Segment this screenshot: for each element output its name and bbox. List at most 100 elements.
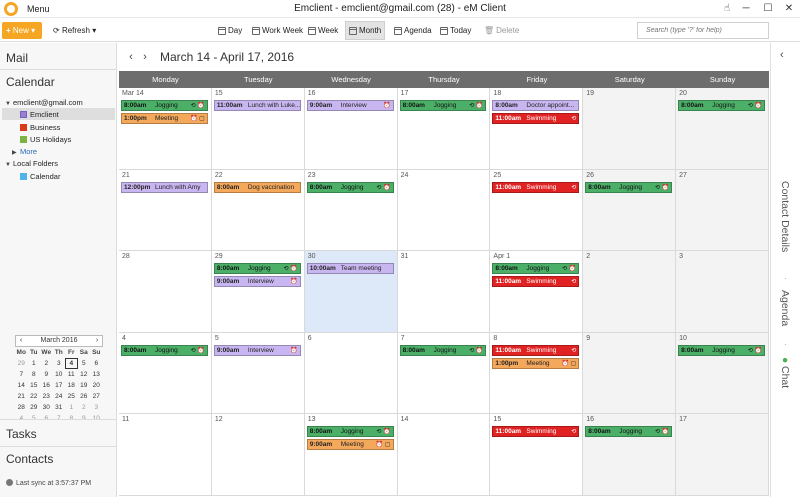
day-cell[interactable]: 13 8:00am Jogging ⟲ ⏰ 9:00am Meeting ⏰ ▢ xyxy=(304,414,398,496)
day-cell[interactable]: 20 8:00am Jogging ⟲ ⏰ xyxy=(676,88,769,170)
calendar-event[interactable]: 8:00am Jogging ⟲ ⏰ xyxy=(306,426,394,438)
local-folders-node[interactable]: ▼ Local Folders xyxy=(5,159,58,168)
day-cell[interactable]: Mar 14 8:00am Jogging ⟲ ⏰ 1:00pm Meeting ⏰ ▢ xyxy=(119,88,212,170)
mini-calendar-day[interactable]: 7 xyxy=(15,369,28,380)
day-cell[interactable]: 14 xyxy=(397,414,491,496)
calendar-event[interactable]: 8:00am Jogging ⟲ ⏰ xyxy=(678,100,765,111)
chevron-left-icon[interactable]: ‹ xyxy=(16,336,26,346)
maximize-button[interactable]: ☐ xyxy=(757,1,779,16)
day-view-button[interactable]: Day xyxy=(215,21,245,40)
mini-calendar-day[interactable]: 20 xyxy=(90,380,103,391)
mini-calendar-day[interactable]: 15 xyxy=(28,380,41,391)
mini-calendar-day[interactable]: 2 xyxy=(78,402,91,413)
mail-section[interactable]: Mail xyxy=(6,51,28,65)
calendar-event[interactable]: 1:00pm Meeting ⏰ ▢ xyxy=(492,357,580,369)
day-cell[interactable]: 25 11:00am Swimming ⟲ xyxy=(490,169,584,252)
day-cell[interactable]: 8 11:00am Swimming ⟲ 1:00pm Meeting ⏰ ▢ xyxy=(490,332,584,415)
mini-calendar-day[interactable]: 1 xyxy=(28,358,41,369)
mini-calendar-day[interactable]: 16 xyxy=(40,380,53,391)
chevron-left-icon[interactable]: ‹ xyxy=(125,51,137,63)
chevron-right-icon[interactable]: › xyxy=(139,51,151,63)
search-input[interactable] xyxy=(637,22,769,39)
mini-calendar-day[interactable]: 8 xyxy=(28,369,41,380)
day-cell[interactable]: 10 8:00am Jogging ⟲ ⏰ xyxy=(676,332,769,415)
agenda-view-button[interactable]: Agenda xyxy=(391,21,435,40)
calendar-event[interactable]: 8:00am Jogging ⟲ ⏰ xyxy=(306,181,394,193)
calendar-event[interactable]: 11:00am Lunch with Luke... xyxy=(213,100,301,111)
mini-calendar-title[interactable]: March 2016 xyxy=(41,337,78,344)
mini-calendar-day[interactable]: 10 xyxy=(53,369,66,380)
calendar-item-business[interactable]: Business xyxy=(20,123,60,132)
day-cell[interactable]: 30 10:00am Team meeting xyxy=(304,251,398,333)
day-cell[interactable]: 18 8:00am Doctor appoint... 11:00am Swimming… xyxy=(490,88,584,170)
day-cell[interactable]: 19 xyxy=(583,88,677,170)
color-swatch-icon[interactable] xyxy=(20,124,27,131)
tab-contact-details[interactable]: Contact Details xyxy=(779,181,791,252)
day-cell[interactable]: 17 xyxy=(676,414,769,496)
calendar-event[interactable]: 9:00am Meeting ⏰ ▢ xyxy=(306,439,394,451)
day-cell[interactable]: 3 xyxy=(676,251,769,333)
calendar-event[interactable]: 8:00am Jogging ⟲ ⏰ xyxy=(678,344,765,356)
calendar-event[interactable]: 11:00am Swimming ⟲ xyxy=(492,113,580,124)
calendar-event[interactable]: 8:00am Jogging ⟲ ⏰ xyxy=(585,426,673,438)
mini-calendar-day[interactable]: 25 xyxy=(65,391,78,402)
calendar-item-us-holidays[interactable]: US Holidays xyxy=(20,135,71,144)
day-cell[interactable]: 5 9:00am Interview ⏰ xyxy=(211,332,305,415)
tab-chat[interactable]: ●Chat xyxy=(779,354,791,388)
day-cell[interactable]: 28 xyxy=(119,251,212,333)
mini-calendar-day[interactable]: 24 xyxy=(53,391,66,402)
calendar-event[interactable]: 1:00pm Meeting ⏰ ▢ xyxy=(121,113,208,124)
mini-calendar-day[interactable]: 31 xyxy=(53,402,66,413)
calendar-event[interactable]: 11:00am Swimming ⟲ xyxy=(492,276,580,288)
day-cell[interactable]: 4 8:00am Jogging ⟲ ⏰ xyxy=(119,332,212,415)
day-cell[interactable]: 15 11:00am Lunch with Luke... xyxy=(211,88,305,170)
mini-calendar-day[interactable]: 14 xyxy=(15,380,28,391)
day-cell[interactable]: 12 xyxy=(211,414,305,496)
day-cell[interactable]: 9 xyxy=(583,332,677,415)
checkbox-icon[interactable] xyxy=(20,111,27,118)
work-week-view-button[interactable]: Work Week xyxy=(249,21,306,40)
month-view-button[interactable]: Month xyxy=(345,21,386,40)
day-cell[interactable]: 11 xyxy=(119,414,212,496)
calendar-event[interactable]: 9:00am Interview ⏰ xyxy=(306,100,394,111)
mini-calendar-day[interactable]: 3 xyxy=(53,358,66,369)
calendar-event[interactable]: 11:00am Swimming ⟲ xyxy=(492,426,580,438)
calendar-event[interactable]: 9:00am Interview ⏰ xyxy=(213,276,301,288)
mini-calendar-day[interactable]: 17 xyxy=(53,380,66,391)
calendar-event[interactable]: 8:00am Jogging ⟲ ⏰ xyxy=(213,263,301,275)
day-cell[interactable]: 16 8:00am Jogging ⟲ ⏰ xyxy=(583,414,677,496)
day-cell[interactable]: 23 8:00am Jogging ⟲ ⏰ xyxy=(304,169,398,252)
mini-calendar-day[interactable]: 29 xyxy=(28,402,41,413)
calendar-item-emclient[interactable]: Emclient xyxy=(20,110,59,119)
tasks-section[interactable]: Tasks xyxy=(6,427,37,441)
today-button[interactable]: Today xyxy=(437,21,474,40)
mini-calendar-day[interactable]: 23 xyxy=(40,391,53,402)
more-node[interactable]: ▶ More xyxy=(12,147,37,156)
day-cell[interactable]: Apr 1 8:00am Jogging ⟲ ⏰ 11:00am Swimming ⟲ xyxy=(490,251,584,333)
calendar-event[interactable]: 8:00am Jogging ⟲ ⏰ xyxy=(121,100,208,111)
calendar-event[interactable]: 8:00am Jogging ⟲ ⏰ xyxy=(399,100,487,111)
calendar-event[interactable]: 8:00am Jogging ⟲ ⏰ xyxy=(585,181,673,193)
mini-calendar-day[interactable]: 18 xyxy=(65,380,78,391)
mini-calendar-day[interactable]: 6 xyxy=(90,358,103,369)
tab-agenda[interactable]: Agenda xyxy=(779,290,791,326)
day-cell[interactable]: 22 8:00am Dog vaccination xyxy=(211,169,305,252)
refresh-button[interactable]: ⟳ Refresh ▾ xyxy=(53,22,96,39)
mini-calendar-day[interactable]: 4 xyxy=(65,358,78,369)
calendar-event[interactable]: 12:00pm Lunch with Amy xyxy=(121,181,208,193)
new-button[interactable]: + New ▾ xyxy=(2,22,42,39)
day-cell[interactable]: 31 xyxy=(397,251,491,333)
mini-calendar-day[interactable]: 9 xyxy=(40,369,53,380)
mini-calendar-day[interactable]: 11 xyxy=(65,369,78,380)
mini-calendar-day[interactable]: 13 xyxy=(90,369,103,380)
mini-calendar-day[interactable]: 1 xyxy=(65,402,78,413)
color-swatch-icon[interactable] xyxy=(20,136,27,143)
day-cell[interactable]: 7 8:00am Jogging ⟲ ⏰ xyxy=(397,332,491,415)
mini-calendar-day[interactable]: 27 xyxy=(90,391,103,402)
day-cell[interactable]: 16 9:00am Interview ⏰ xyxy=(304,88,398,170)
calendar-event[interactable]: 8:00am Jogging ⟲ ⏰ xyxy=(121,344,208,356)
calendar-item-local[interactable]: Calendar xyxy=(20,172,60,181)
day-cell[interactable]: 15 11:00am Swimming ⟲ xyxy=(490,414,584,496)
day-cell[interactable]: 2 xyxy=(583,251,677,333)
mini-calendar-day[interactable]: 28 xyxy=(15,402,28,413)
